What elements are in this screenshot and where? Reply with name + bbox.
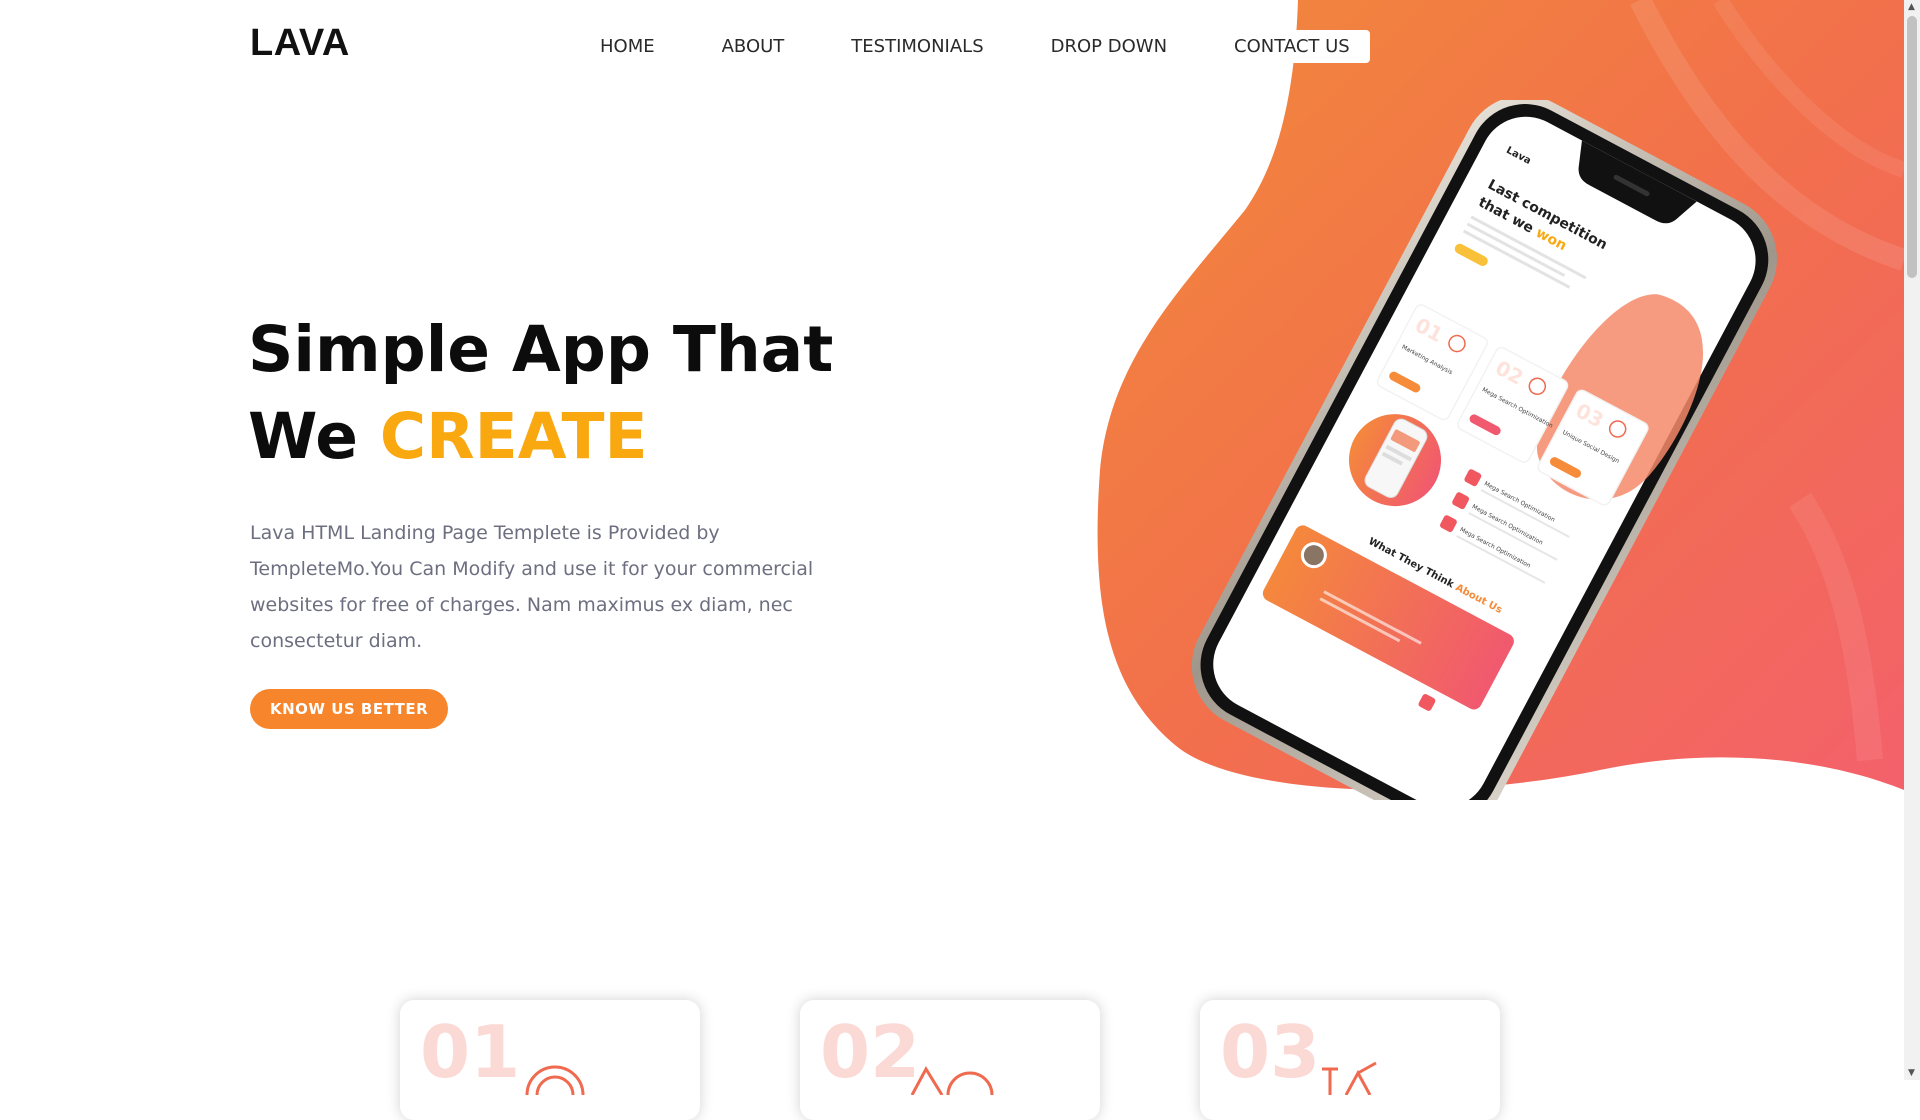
site-logo[interactable]: LAVA	[250, 22, 350, 65]
know-us-better-button[interactable]: KNOW US BETTER	[250, 689, 449, 729]
scroll-up-icon[interactable]: ▲	[1908, 2, 1915, 12]
feature-card-number: 03	[1220, 1010, 1321, 1094]
feature-card-3[interactable]: 03	[1200, 1000, 1500, 1120]
feature-card-2[interactable]: 02	[800, 1000, 1100, 1120]
phone-illustration: Lava Last competition that we won 01 02 …	[1191, 95, 1777, 830]
nav-home[interactable]: HOME	[600, 30, 655, 63]
nav-about[interactable]: ABOUT	[722, 30, 785, 63]
phone-mockup: Lava Last competition that we won 01 02 …	[1090, 95, 1780, 830]
design-icon	[1322, 1061, 1377, 1095]
main-nav: HOME ABOUT TESTIMONIALS DROP DOWN CONTAC…	[600, 30, 1370, 63]
feature-card-1[interactable]: 01	[400, 1000, 700, 1120]
nav-contact-us[interactable]: CONTACT US	[1214, 30, 1370, 63]
site-header: LAVA HOME ABOUT TESTIMONIALS DROP DOWN C…	[0, 0, 1904, 95]
hero-description: Lava HTML Landing Page Templete is Provi…	[250, 522, 814, 652]
hero-title: Simple App That We CREATE	[248, 306, 833, 480]
target-icon	[525, 1065, 585, 1095]
scrollbar-thumb[interactable]	[1907, 16, 1917, 278]
nav-testimonials[interactable]: TESTIMONIALS	[851, 30, 983, 63]
hero-title-prefix: We	[248, 400, 380, 473]
shapes-icon	[910, 1065, 994, 1095]
feature-card-number: 02	[820, 1010, 921, 1094]
hero-title-accent: CREATE	[379, 400, 648, 473]
scroll-down-icon[interactable]: ▼	[1908, 1068, 1915, 1078]
feature-card-number: 01	[420, 1010, 521, 1094]
page-scrollbar[interactable]: ▲ ▼	[1904, 0, 1920, 1080]
hero-title-line1: Simple App That	[248, 313, 834, 386]
nav-drop-down[interactable]: DROP DOWN	[1051, 30, 1167, 63]
